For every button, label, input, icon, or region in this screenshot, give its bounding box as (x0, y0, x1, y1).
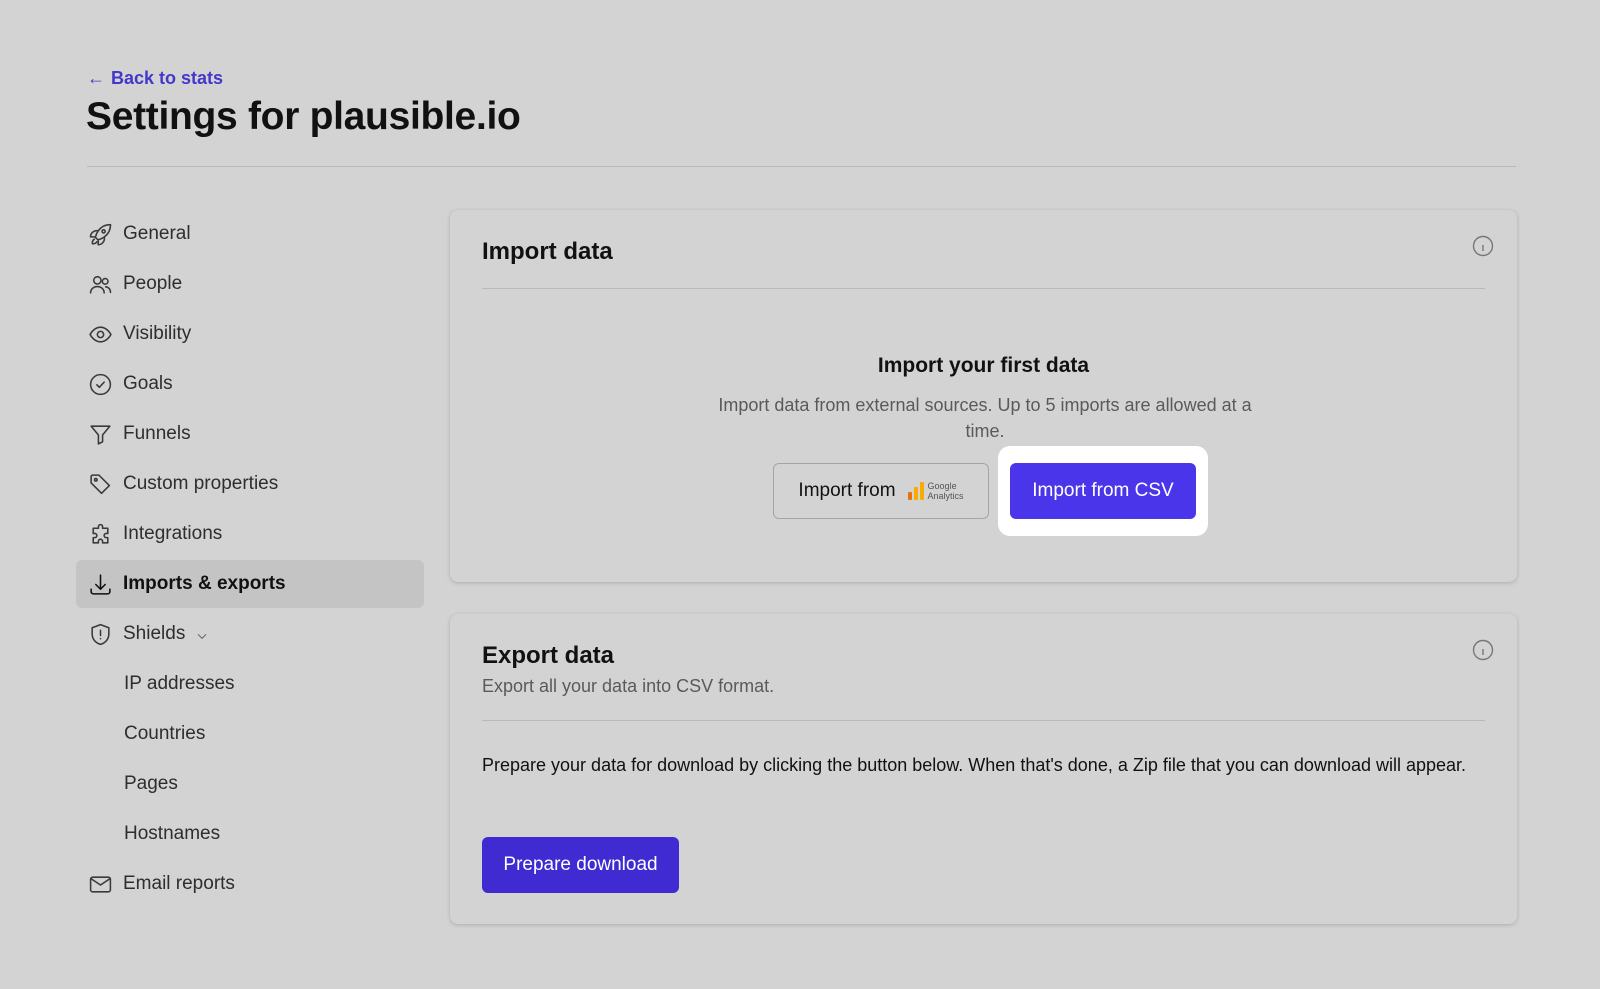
sidebar-item-ip-addresses[interactable]: IP addresses (76, 660, 424, 708)
funnel-icon (88, 422, 113, 447)
sidebar-item-people[interactable]: People (76, 260, 424, 308)
page-title: Settings for plausible.io (86, 95, 521, 138)
check-circle-icon (88, 372, 113, 397)
sidebar-item-integrations[interactable]: Integrations (76, 510, 424, 558)
sidebar-item-label: Integrations (123, 523, 223, 544)
puzzle-icon (88, 522, 113, 547)
import-empty-description: Import data from external sources. Up to… (718, 395, 1252, 441)
import-empty-heading: Import your first data (877, 354, 1090, 377)
export-card-subtitle: Export all your data into CSV format. (482, 676, 775, 696)
back-to-stats-link[interactable]: ← Back to stats (87, 68, 223, 89)
export-instructions: Prepare your data for download by clicki… (482, 755, 1467, 775)
settings-sidebar: General People Visibility Goals Funnels … (76, 210, 424, 910)
export-card-title: Export data (482, 642, 615, 669)
sidebar-item-label: Countries (124, 723, 206, 744)
ga-logo-line2: Analytics (927, 491, 964, 501)
sidebar-item-label: Goals (123, 373, 173, 394)
google-analytics-icon (907, 482, 924, 500)
chevron-down-icon[interactable] (195, 627, 209, 641)
rocket-icon (88, 222, 113, 247)
import-from-google-analytics-button[interactable]: Import from Google Analytics (773, 463, 989, 519)
export-data-card: Export data Export all your data into CS… (450, 614, 1517, 924)
sidebar-item-funnels[interactable]: Funnels (76, 410, 424, 458)
google-analytics-logo: Google Analytics (907, 481, 964, 501)
sidebar-item-label: Email reports (123, 873, 235, 894)
sidebar-item-visibility[interactable]: Visibility (76, 310, 424, 358)
sidebar-item-label: Custom properties (123, 473, 279, 494)
arrow-left-icon: ← (87, 68, 105, 88)
import-card-divider (482, 288, 1485, 289)
sidebar-item-label: Visibility (123, 323, 192, 344)
sidebar-item-label: Pages (124, 773, 178, 794)
ga-button-label: Import from (798, 480, 896, 501)
import-card-title: Import data (482, 238, 613, 265)
sidebar-item-label: Funnels (123, 423, 191, 444)
ga-logo-line1: Google (927, 481, 957, 491)
sidebar-item-label: Shields (123, 623, 186, 644)
people-icon (88, 272, 113, 297)
sidebar-item-email-reports[interactable]: Email reports (76, 860, 424, 908)
import-data-card: Import data Import your first data Impor… (450, 210, 1517, 582)
shield-icon (88, 622, 113, 647)
prepare-download-button[interactable]: Prepare download (482, 837, 679, 893)
sidebar-item-goals[interactable]: Goals (76, 360, 424, 408)
tag-icon (88, 472, 113, 497)
sidebar-item-custom-properties[interactable]: Custom properties (76, 460, 424, 508)
sidebar-item-label: Imports & exports (123, 573, 286, 594)
sidebar-item-label: General (123, 223, 191, 244)
eye-icon (88, 322, 113, 347)
sidebar-item-label: People (123, 273, 183, 294)
sidebar-item-label: IP addresses (124, 673, 235, 694)
sidebar-item-general[interactable]: General (76, 210, 424, 258)
header-divider (87, 166, 1516, 167)
export-card-divider (482, 720, 1485, 721)
download-icon (88, 572, 113, 597)
sidebar-item-label: Hostnames (124, 823, 221, 844)
sidebar-item-pages[interactable]: Pages (76, 760, 424, 808)
back-link-label: Back to stats (111, 68, 224, 88)
envelope-icon (88, 872, 113, 897)
sidebar-item-hostnames[interactable]: Hostnames (76, 810, 424, 858)
info-icon[interactable] (1471, 638, 1495, 662)
info-icon[interactable] (1471, 234, 1495, 258)
import-from-csv-button[interactable]: Import from CSV (1010, 463, 1196, 519)
sidebar-item-countries[interactable]: Countries (76, 710, 424, 758)
sidebar-item-shields[interactable]: Shields (76, 610, 424, 658)
sidebar-item-imports-exports[interactable]: Imports & exports (76, 560, 424, 608)
